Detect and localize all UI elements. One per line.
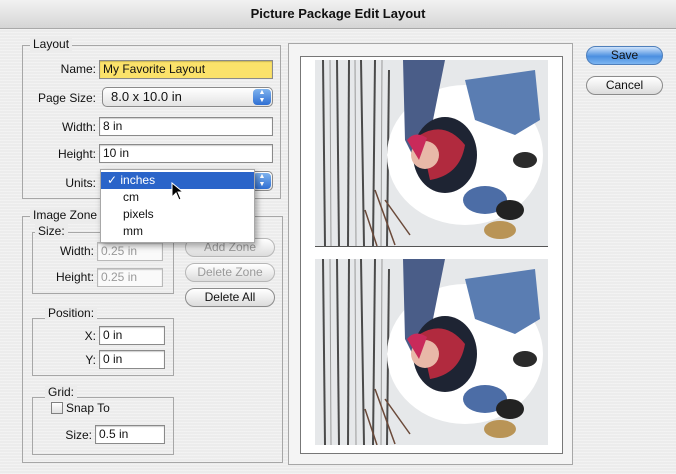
page-width-field[interactable]: 8 in <box>99 117 273 136</box>
x-label: X: <box>84 329 96 343</box>
menu-item-label: cm <box>123 190 139 204</box>
menu-item-mm[interactable]: mm <box>101 223 254 240</box>
save-button[interactable]: Save <box>586 46 663 65</box>
layout-group-title: Layout <box>30 37 73 51</box>
page-size-popup[interactable]: 8.0 x 10.0 in ▲ ▼ <box>102 87 273 107</box>
layout-name-field[interactable]: My Favorite Layout <box>99 60 273 79</box>
menu-item-label: pixels <box>123 207 154 221</box>
snap-to-label: Snap To <box>66 401 110 415</box>
grid-subgroup-title: Grid: <box>45 385 78 399</box>
mouse-cursor-icon <box>171 182 185 201</box>
popup-arrows-icon: ▲ ▼ <box>253 89 271 105</box>
zone-height-field[interactable]: 0.25 in <box>97 268 163 287</box>
layout-preview-panel <box>288 43 573 465</box>
photo-zone-bottom[interactable] <box>315 259 548 445</box>
grid-size-field[interactable]: 0.5 in <box>95 425 165 444</box>
menu-item-label: mm <box>123 224 143 238</box>
page-size-value: 8.0 x 10.0 in <box>111 89 182 104</box>
delete-all-button[interactable]: Delete All <box>185 288 275 307</box>
image-zone-group-title: Image Zone <box>30 208 101 222</box>
delete-zone-button[interactable]: Delete Zone <box>185 263 275 282</box>
zone-width-label: Width: <box>59 244 94 258</box>
snap-to-checkbox[interactable] <box>51 402 63 414</box>
page-height-field[interactable]: 10 in <box>99 144 273 163</box>
photo-image <box>315 259 548 445</box>
name-label: Name: <box>60 62 96 76</box>
popup-arrows-icon: ▲ ▼ <box>253 173 271 189</box>
menu-item-pixels[interactable]: pixels <box>101 206 254 223</box>
units-label: Units: <box>65 176 96 190</box>
photo-image <box>315 60 548 246</box>
zone-width-field[interactable]: 0.25 in <box>97 242 163 261</box>
y-label: Y: <box>85 353 96 367</box>
page-sheet <box>300 56 563 454</box>
position-x-field[interactable]: 0 in <box>99 326 165 345</box>
units-dropdown-menu: ✓ inches cm pixels mm <box>100 169 255 243</box>
zone-divider <box>315 246 548 247</box>
grid-size-label: Size: <box>65 428 92 442</box>
width-label: Width: <box>61 120 96 134</box>
size-subgroup-title: Size: <box>35 224 68 238</box>
window-title: Picture Package Edit Layout <box>0 0 676 29</box>
cancel-button[interactable]: Cancel <box>586 76 663 95</box>
menu-item-label: ✓ inches <box>107 173 156 187</box>
position-subgroup-title: Position: <box>45 306 98 320</box>
zone-height-label: Height: <box>55 270 94 284</box>
photo-zone-top[interactable] <box>315 60 548 246</box>
position-y-field[interactable]: 0 in <box>99 350 165 369</box>
height-label: Height: <box>57 147 96 161</box>
dialog-window: Picture Package Edit Layout Layout Name:… <box>0 0 676 474</box>
page-size-label: Page Size: <box>37 91 96 105</box>
